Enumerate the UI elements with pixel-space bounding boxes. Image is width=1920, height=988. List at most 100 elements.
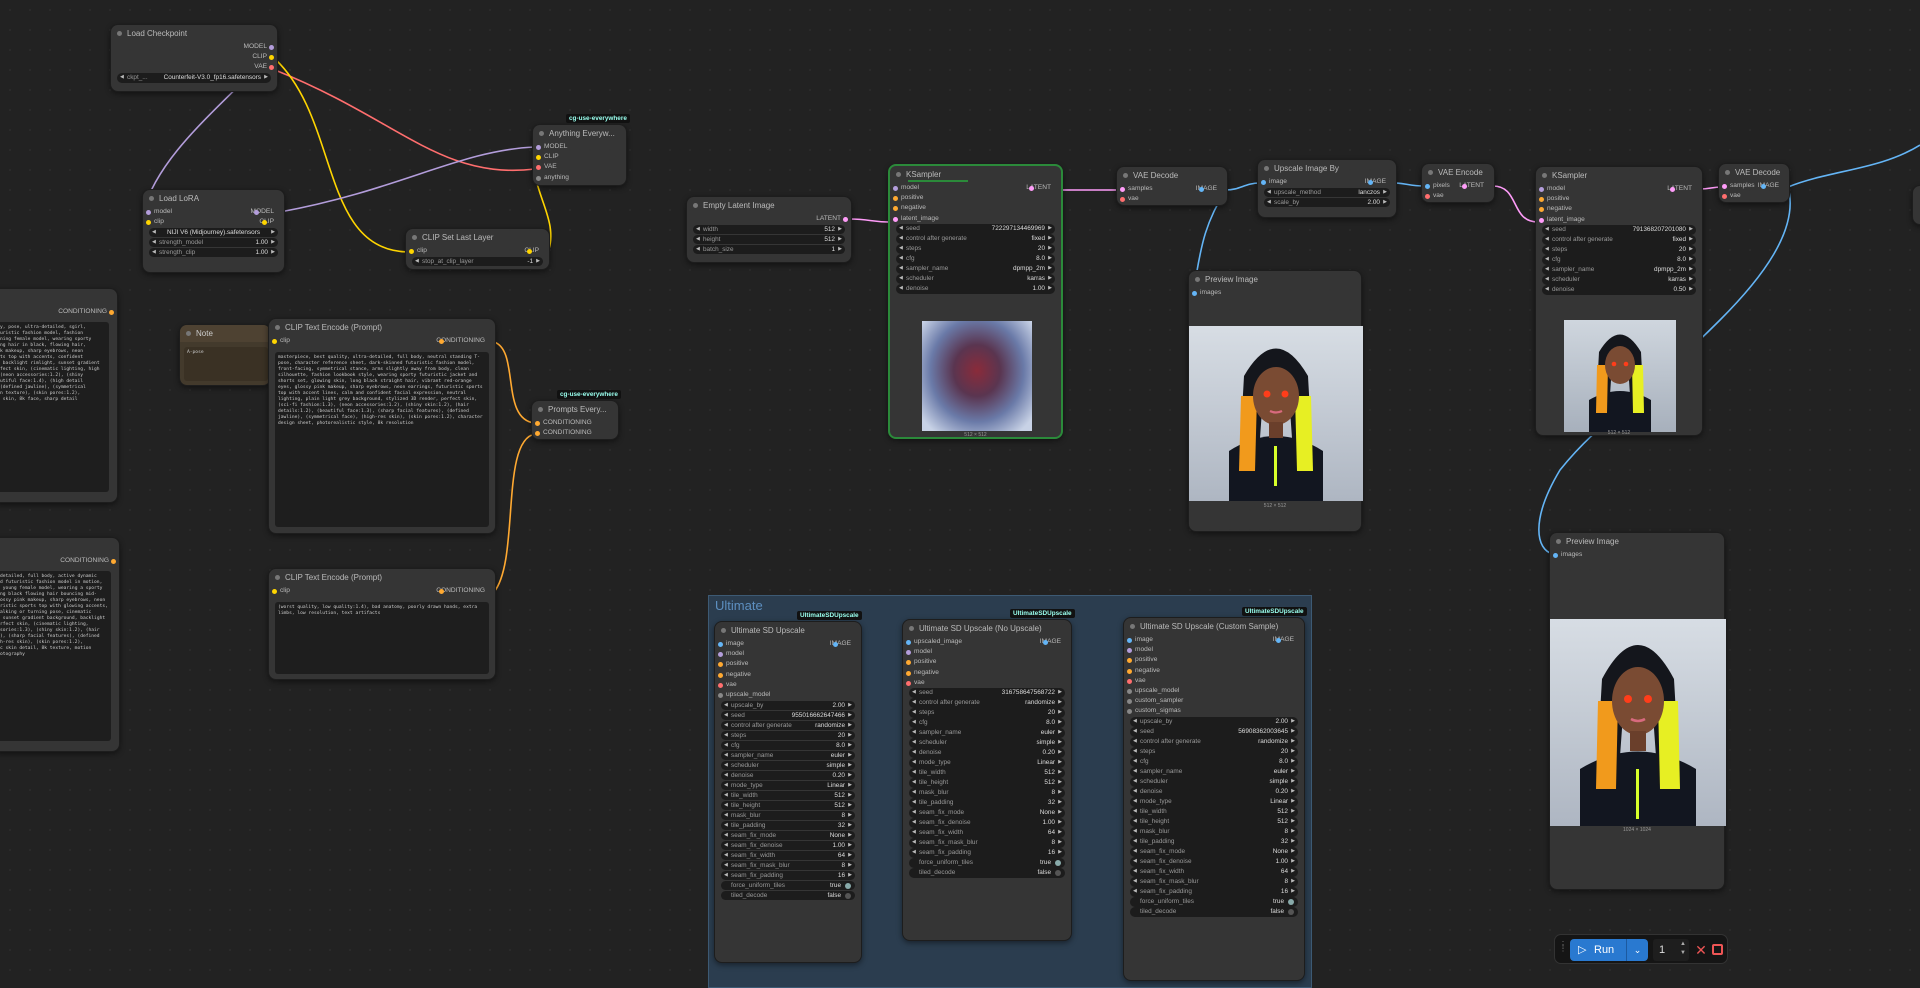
positive-prompt-textarea[interactable]: masterpiece, best quality, ultra-detaile… (275, 352, 489, 527)
scheduler-widget[interactable]: schedulersimple (1130, 777, 1298, 787)
conditioning-output-slot[interactable] (111, 559, 116, 564)
conditioning-input-slot[interactable] (535, 431, 540, 437)
negative-input-slot[interactable] (718, 672, 723, 678)
cfg-widget[interactable]: cfg8.0 (1542, 255, 1696, 265)
model-input-slot[interactable] (718, 652, 723, 658)
node-title[interactable]: VAE Decode (1719, 164, 1789, 181)
ultimate-sd-upscale-custom-sample-node[interactable]: Ultimate SD Upscale (Custom Sample) image… (1123, 617, 1305, 981)
upscaled-image-input-slot[interactable] (906, 640, 911, 645)
ckpt-name-widget[interactable]: ckpt_...Counterfeit-V3.0_fp16.safetensor… (117, 73, 271, 83)
latent-input-slot[interactable] (893, 216, 898, 222)
model-input-slot[interactable] (536, 145, 541, 150)
positive-input-slot[interactable] (906, 660, 911, 666)
scheduler-widget[interactable]: schedulerkarras (1542, 275, 1696, 285)
node-title[interactable]: Load Checkpoint (111, 25, 277, 42)
close-icon[interactable]: ✕ (1693, 939, 1709, 961)
seam-fix-mode-widget[interactable]: seam_fix_modeNone (909, 808, 1065, 818)
image-output-slot[interactable] (1198, 187, 1204, 192)
node-title[interactable]: KSampler (1536, 167, 1702, 184)
positive-input-slot[interactable] (1127, 658, 1132, 664)
steps-widget[interactable]: steps20 (1542, 245, 1696, 255)
prompt-textarea[interactable]: detailed, full body, active dynamic d fu… (0, 571, 111, 741)
lora-name-widget[interactable]: NIJI V6 (Midjourney).safetensors (149, 227, 278, 238)
steps-widget[interactable]: steps20 (909, 708, 1065, 718)
images-input-slot[interactable] (1553, 553, 1558, 558)
batch-size-widget[interactable]: batch_size1 (693, 244, 845, 255)
force-uniform-tiles-toggle[interactable]: force_uniform_tiles true (721, 880, 855, 891)
control-after-generate-widget[interactable]: control after generaterandomize (721, 720, 855, 731)
seam-fix-width-widget[interactable]: seam_fix_width64 (1130, 867, 1298, 877)
positive-input-slot[interactable] (718, 662, 723, 668)
stop-at-clip-layer-widget[interactable]: stop_at_clip_layer-1 (412, 256, 543, 267)
positive-input-slot[interactable] (893, 196, 898, 202)
node-title[interactable]: CLIP Set Last Layer (406, 229, 549, 246)
preview-image-node-2[interactable]: Preview Image images 1024 × 1024 (1549, 532, 1726, 890)
vae-input-slot[interactable] (536, 165, 541, 171)
node-title[interactable]: CLIP Text Encode (Prompt) (269, 319, 495, 336)
tiled-decode-toggle[interactable]: tiled_decode false (909, 868, 1065, 878)
vae-input-slot[interactable] (718, 682, 723, 688)
clip-text-encode-negative-node[interactable]: CLIP Text Encode (Prompt) clip CONDITIONI… (268, 568, 496, 680)
clip-text-encode-node-left-1[interactable]: CONDITIONING y, pose, ultra-detailed, sg… (0, 288, 118, 503)
vae-output-slot[interactable] (269, 65, 274, 71)
node-title[interactable]: Prompts Every... (532, 401, 618, 418)
pixels-input-slot[interactable] (1425, 184, 1430, 189)
node-title[interactable]: Preview Image (1189, 271, 1361, 288)
seam-fix-denoise-widget[interactable]: seam_fix_denoise1.00 (1130, 857, 1298, 867)
images-input-slot[interactable] (1192, 291, 1197, 296)
upscale-by-widget[interactable]: upscale_by2.00 (721, 700, 855, 711)
conditioning-input-slot[interactable] (535, 421, 540, 426)
node-title[interactable]: Anything Everyw... (533, 125, 626, 142)
upscale-method-widget[interactable]: upscale_methodlanczos (1264, 187, 1390, 198)
model-input-slot[interactable] (146, 210, 151, 215)
strength-clip-widget[interactable]: strength_clip1.00 (149, 247, 278, 258)
negative-input-slot[interactable] (906, 670, 911, 676)
cfg-widget[interactable]: cfg8.0 (1130, 757, 1298, 767)
force-uniform-tiles-toggle[interactable]: force_uniform_tiles true (1130, 897, 1298, 907)
node-title[interactable]: Ultimate SD Upscale (715, 622, 861, 639)
tile-padding-widget[interactable]: tile_padding32 (1130, 837, 1298, 847)
sampler-name-widget[interactable]: sampler_nameeuler (909, 728, 1065, 738)
tile-width-widget[interactable]: tile_width512 (721, 790, 855, 801)
image-output-slot[interactable] (1367, 180, 1373, 185)
node-title[interactable]: Empty Latent Image (687, 197, 851, 214)
model-output-slot[interactable] (269, 45, 274, 50)
run-button[interactable]: ▷ Run ⌄ (1570, 939, 1648, 961)
tile-padding-widget[interactable]: tile_padding32 (909, 798, 1065, 808)
denoise-widget[interactable]: denoise0.50 (1542, 285, 1696, 295)
denoise-widget[interactable]: denoise0.20 (721, 770, 855, 781)
seam-fix-mode-widget[interactable]: seam_fix_modeNone (1130, 847, 1298, 857)
seam-fix-padding-widget[interactable]: seam_fix_padding16 (1130, 887, 1298, 897)
upscale-by-widget[interactable]: upscale_by2.00 (1130, 717, 1298, 727)
seam-fix-width-widget[interactable]: seam_fix_width64 (909, 828, 1065, 838)
seam-fix-mask-blur-widget[interactable]: seam_fix_mask_blur8 (721, 860, 855, 871)
node-title[interactable]: Ultimate SD Upscale (No Upscale) (903, 620, 1071, 637)
tile-height-widget[interactable]: tile_height512 (1130, 817, 1298, 827)
sampler-name-widget[interactable]: sampler_namedpmpp_2m (1542, 265, 1696, 275)
seam-fix-padding-widget[interactable]: seam_fix_padding16 (909, 848, 1065, 858)
seam-fix-denoise-widget[interactable]: seam_fix_denoise1.00 (721, 840, 855, 851)
vae-input-slot[interactable] (1120, 197, 1125, 203)
control-after-generate-widget[interactable]: control after generaterandomize (1130, 737, 1298, 747)
mode-type-widget[interactable]: mode_typeLinear (909, 758, 1065, 768)
prompt-textarea[interactable]: y, pose, ultra-detailed, sgirl, uristic … (0, 322, 109, 492)
tile-height-widget[interactable]: tile_height512 (721, 800, 855, 811)
denoise-widget[interactable]: denoise0.20 (909, 748, 1065, 758)
seam-fix-mask-blur-widget[interactable]: seam_fix_mask_blur8 (909, 838, 1065, 848)
note-node[interactable]: Note A-pose (179, 324, 271, 386)
latent-output-slot[interactable] (843, 217, 848, 222)
tile-width-widget[interactable]: tile_width512 (909, 768, 1065, 778)
model-input-slot[interactable] (1127, 648, 1132, 654)
node-title[interactable]: Upscale Image By (1258, 160, 1396, 177)
height-widget[interactable]: height512 (693, 234, 845, 245)
preview-image-node-1[interactable]: Preview Image images 512 × 512 (1188, 270, 1363, 532)
image-output-slot[interactable] (1760, 184, 1766, 189)
tile-height-widget[interactable]: tile_height512 (909, 778, 1065, 788)
seed-widget[interactable]: seed791368207201080 (1542, 225, 1696, 235)
seed-widget[interactable]: seed316758647568722 (909, 688, 1065, 698)
steps-widget[interactable]: steps20 (896, 244, 1055, 254)
clip-input-slot[interactable] (409, 249, 414, 254)
seam-fix-mode-widget[interactable]: seam_fix_modeNone (721, 830, 855, 841)
note-textarea[interactable]: A-pose (184, 347, 268, 381)
mask-blur-widget[interactable]: mask_blur8 (1130, 827, 1298, 837)
